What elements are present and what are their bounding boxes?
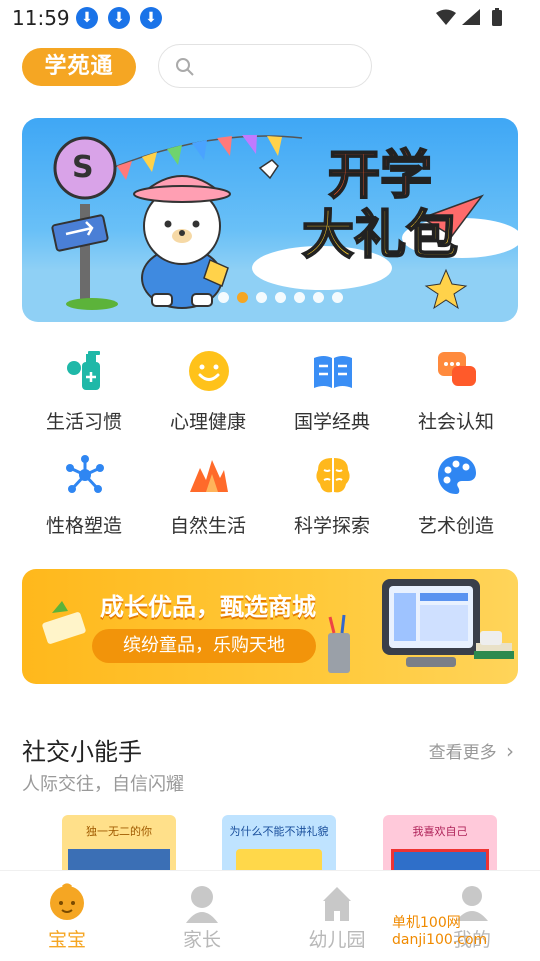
- category-label: 性格塑造: [45, 515, 122, 537]
- book-title: 我喜欢自己: [412, 825, 468, 838]
- search-icon: [176, 58, 194, 76]
- carousel-dot[interactable]: [218, 292, 229, 303]
- baby-icon: [50, 883, 84, 920]
- carousel-indicator[interactable]: [218, 292, 343, 304]
- category-item[interactable]: 心理健康: [146, 350, 270, 440]
- promo-banner[interactable]: 开学 大礼包 S: [22, 118, 518, 322]
- chat-bubbles-icon: [438, 352, 476, 386]
- top-header: 学苑通: [0, 44, 540, 92]
- download-icon: ⬇: [76, 7, 98, 29]
- molecule-icon: [66, 455, 104, 493]
- banner-title-line2: 大礼包: [301, 205, 459, 267]
- category-label: 生活习惯: [45, 411, 122, 433]
- battery-icon: [492, 10, 502, 26]
- book-title: 为什么不能不讲礼貌: [229, 825, 329, 838]
- kindergarten-icon: [323, 887, 351, 921]
- mall-banner[interactable]: 成长优品，甄选商城 缤纷童品，乐购天地: [22, 569, 518, 684]
- wifi-icon: [436, 9, 456, 25]
- category-item[interactable]: 性格塑造: [22, 454, 146, 544]
- carousel-dot[interactable]: [313, 292, 324, 303]
- category-item[interactable]: 社会认知: [394, 350, 518, 440]
- category-label: 社会认知: [417, 411, 494, 433]
- section-subtitle: 人际交往，自信闪耀: [22, 774, 184, 795]
- sign-letter: S: [72, 150, 94, 185]
- category-item[interactable]: 自然生活: [146, 454, 270, 544]
- status-time: 11:59: [12, 6, 70, 30]
- mall-title: 成长优品，甄选商城: [100, 593, 316, 621]
- palette-icon: [438, 456, 476, 494]
- app-logo[interactable]: 学苑通: [22, 48, 136, 86]
- hand-sanitizer-icon: [67, 351, 100, 390]
- tab-baby[interactable]: 宝宝: [0, 871, 134, 961]
- carousel-dot[interactable]: [237, 292, 248, 303]
- download-icon: ⬇: [140, 7, 162, 29]
- search-box[interactable]: [158, 44, 372, 88]
- category-label: 国学经典: [293, 411, 370, 433]
- tab-kindergarten[interactable]: 幼儿园: [270, 871, 404, 961]
- signal-icon: [462, 9, 480, 25]
- tab-parent[interactable]: 家长: [135, 871, 269, 961]
- category-item[interactable]: 艺术创造: [394, 454, 518, 544]
- brain-icon: [316, 458, 350, 493]
- section-title: 社交小能手: [22, 738, 142, 766]
- book-card[interactable]: 我喜欢自己: [383, 815, 497, 875]
- carousel-dot[interactable]: [275, 292, 286, 303]
- status-bar: 11:59 ⬇ ⬇ ⬇: [0, 0, 540, 36]
- system-icons: [434, 8, 510, 32]
- view-more-link[interactable]: 查看更多 ›: [429, 738, 514, 763]
- chevron-right-icon: ›: [506, 739, 514, 763]
- tab-label: 家长: [182, 929, 221, 951]
- watermark: 单机100网 danji100.com: [392, 915, 488, 948]
- carousel-dot[interactable]: [332, 292, 343, 303]
- flame-mountain-icon: [190, 460, 228, 492]
- carousel-dot[interactable]: [294, 292, 305, 303]
- view-more-label: 查看更多: [428, 743, 497, 763]
- category-label: 心理健康: [169, 411, 246, 433]
- download-icon: ⬇: [108, 7, 130, 29]
- category-item[interactable]: 生活习惯: [22, 350, 146, 440]
- open-book-icon: [314, 356, 352, 388]
- category-label: 科学探索: [293, 515, 370, 537]
- carousel-dot[interactable]: [256, 292, 267, 303]
- tab-label: 幼儿园: [308, 929, 366, 951]
- mall-subtitle: 缤纷童品，乐购天地: [92, 629, 316, 663]
- tab-label: 宝宝: [47, 929, 86, 951]
- category-label: 自然生活: [169, 515, 246, 537]
- category-label: 艺术创造: [417, 515, 494, 537]
- book-title: 独一无二的你: [86, 825, 152, 838]
- banner-title: 开学 大礼包: [280, 145, 480, 267]
- smiley-icon: [189, 351, 229, 391]
- category-item[interactable]: 国学经典: [270, 350, 394, 440]
- parent-icon: [186, 886, 218, 923]
- search-input[interactable]: [203, 55, 357, 75]
- book-card[interactable]: 独一无二的你: [62, 815, 176, 875]
- book-card[interactable]: 为什么不能不讲礼貌: [222, 815, 336, 875]
- category-item[interactable]: 科学探索: [270, 454, 394, 544]
- banner-title-line1: 开学: [327, 145, 433, 207]
